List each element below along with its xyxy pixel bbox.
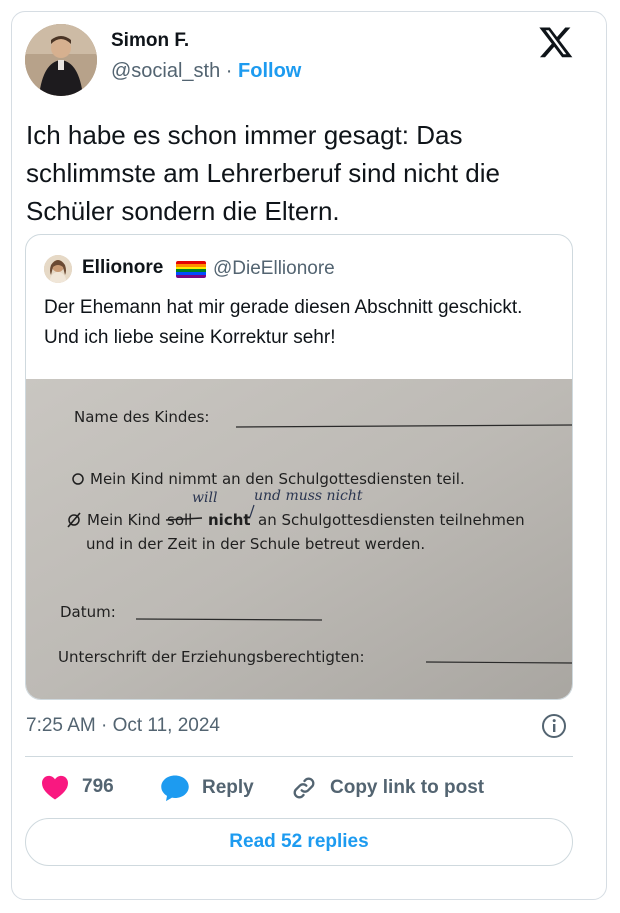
author-handle[interactable]: @social_sth bbox=[111, 60, 220, 82]
author-avatar[interactable] bbox=[25, 24, 97, 96]
tweet-text: Ich habe es schon immer gesagt: Das schl… bbox=[26, 120, 500, 226]
form-option-2-prefix: Mein Kind bbox=[87, 511, 161, 529]
copy-link-label: Copy link to post bbox=[330, 777, 485, 798]
copy-link-button[interactable]: Copy link to post bbox=[290, 774, 484, 802]
follow-link[interactable]: Follow bbox=[238, 60, 301, 82]
divider bbox=[25, 756, 573, 757]
reply-bubble-icon bbox=[161, 775, 189, 802]
x-logo-icon[interactable] bbox=[538, 24, 574, 60]
separator-dot: · bbox=[220, 60, 239, 82]
form-date-label: Datum: bbox=[60, 603, 116, 621]
author-handle-row: @social_sth · Follow bbox=[111, 60, 301, 83]
author-name[interactable]: Simon F. bbox=[111, 30, 189, 52]
form-option-1: Mein Kind nimmt an den Schulgottesdienst… bbox=[90, 470, 465, 488]
reply-label: Reply bbox=[202, 777, 254, 798]
heart-icon bbox=[42, 775, 68, 800]
form-option-2-rest: an Schulgottesdiensten teilnehmen bbox=[258, 511, 525, 529]
read-replies-button[interactable]: Read 52 replies bbox=[25, 818, 573, 866]
info-icon[interactable] bbox=[541, 713, 567, 739]
form-option-2-bold: nicht bbox=[208, 511, 251, 529]
form-option-2-line2: und in der Zeit in der Schule betreut we… bbox=[86, 535, 425, 553]
like-count: 796 bbox=[82, 776, 114, 797]
quoted-text: Der Ehemann hat mir gerade diesen Abschn… bbox=[44, 297, 523, 348]
quoted-author-name: Ellionore bbox=[82, 257, 164, 278]
read-replies-label: Read 52 replies bbox=[229, 831, 369, 852]
tweet-timestamp[interactable]: 7:25 AM · Oct 11, 2024 bbox=[26, 715, 220, 737]
like-button[interactable]: 796 bbox=[40, 774, 114, 800]
rainbow-flag-icon bbox=[176, 261, 206, 278]
form-signature-label: Unterschrift der Erziehungsberechtigten: bbox=[58, 648, 365, 666]
reply-button[interactable]: Reply bbox=[160, 774, 254, 802]
link-icon bbox=[293, 777, 315, 799]
form-name-label: Name des Kindes: bbox=[74, 408, 209, 426]
handwriting-will: will bbox=[192, 490, 217, 506]
quoted-author-handle: @DieEllionore bbox=[213, 258, 335, 279]
quoted-tweet[interactable]: Ellionore @DieEllionore Der Ehemann hat … bbox=[25, 234, 573, 700]
quoted-author-avatar bbox=[44, 255, 72, 283]
handwriting-und-muss-nicht: und muss nicht bbox=[254, 488, 363, 504]
quoted-photo[interactable]: Name des Kindes: Mein Kind nimmt an den … bbox=[26, 379, 572, 699]
